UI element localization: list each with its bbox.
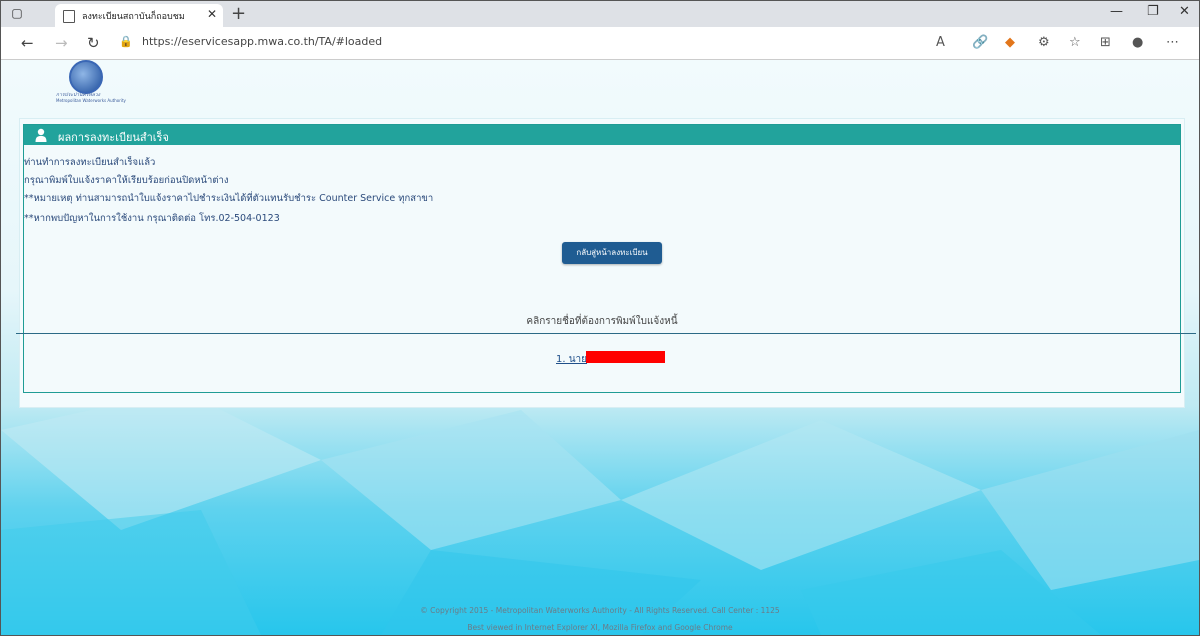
browser-window: ▢ ลงทะเบียนสถาบันก็ถอบชม ✕ + — ❐ ✕ ← → ↻… <box>0 0 1200 636</box>
mwa-emblem-icon <box>69 60 103 94</box>
tab-strip: ▢ ลงทะเบียนสถาบันก็ถอบชม ✕ + — ❐ ✕ <box>1 1 1199 27</box>
collections-icon[interactable]: ⊞ <box>1100 35 1111 50</box>
mwa-logo: การประปานครหลวง Metropolitan Waterworks … <box>56 60 126 108</box>
footer-copyright: © Copyright 2015 - Metropolitan Waterwor… <box>420 606 780 615</box>
footer-browser-note: Best viewed in Internet Explorer XI, Moz… <box>467 623 733 632</box>
tab-actions-icon[interactable]: ▢ <box>9 5 25 21</box>
link-icon[interactable]: 🔗 <box>972 35 988 50</box>
result-panel: ผลการลงทะเบียนสำเร็จ ท่านทำการลงทะเบียนส… <box>16 124 1196 393</box>
background-polygons <box>1 390 1199 635</box>
redacted-name <box>586 351 665 363</box>
success-message: ท่านทำการลงทะเบียนสำเร็จแล้ว <box>24 157 156 168</box>
minimize-icon[interactable]: — <box>1110 4 1123 19</box>
forward-icon[interactable]: → <box>55 34 68 52</box>
address-bar[interactable]: 🔒 https://eservicesapp.mwa.co.th/TA/#loa… <box>113 31 923 53</box>
url-text[interactable]: https://eservicesapp.mwa.co.th/TA/#loade… <box>142 35 382 48</box>
close-window-icon[interactable]: ✕ <box>1179 4 1190 19</box>
profile-avatar-icon[interactable]: ● <box>1132 35 1143 50</box>
more-options-icon[interactable]: ⋯ <box>1166 35 1179 50</box>
customer-name-link[interactable]: 1. นาย <box>556 352 587 367</box>
user-icon <box>35 128 47 142</box>
print-instruction: กรุณาพิมพ์ใบแจ้งราคาให้เรียบร้อยก่อนปิดห… <box>24 175 229 186</box>
page-icon <box>63 10 75 23</box>
page-viewport: การประปานครหลวง Metropolitan Waterworks … <box>1 60 1199 635</box>
payment-note: **หมายเหตุ ท่านสามารถนำใบแจ้งราคาไปชำระเ… <box>24 193 434 204</box>
metamask-icon[interactable]: ◆ <box>1005 35 1015 50</box>
tab-active[interactable]: ลงทะเบียนสถาบันก็ถอบชม ✕ <box>55 4 223 27</box>
close-tab-icon[interactable]: ✕ <box>207 7 217 21</box>
address-bar-row: ← → ↻ 🔒 https://eservicesapp.mwa.co.th/T… <box>1 27 1199 60</box>
read-aloud-icon[interactable]: A <box>936 35 945 50</box>
back-icon[interactable]: ← <box>21 34 34 52</box>
lock-icon[interactable]: 🔒 <box>119 35 133 48</box>
new-tab-icon[interactable]: + <box>231 3 246 24</box>
tab-title: ลงทะเบียนสถาบันก็ถอบชม <box>82 12 185 22</box>
logo-text-english: Metropolitan Waterworks Authority <box>56 98 126 103</box>
contact-note: **หากพบปัญหาในการใช้งาน กรุณาติดต่อ โทร.… <box>24 213 280 224</box>
back-to-registration-button[interactable]: กลับสู่หน้าลงทะเบียน <box>562 242 662 264</box>
restore-icon[interactable]: ❐ <box>1147 4 1159 19</box>
divider <box>16 333 1196 334</box>
content-container: ผลการลงทะเบียนสำเร็จ ท่านทำการลงทะเบียนส… <box>16 118 1196 408</box>
favorites-icon[interactable]: ☆ <box>1069 35 1081 50</box>
refresh-icon[interactable]: ↻ <box>87 34 100 52</box>
print-hint: คลิกรายชื่อที่ต้องการพิมพ์ใบแจ้งหนี้ <box>526 316 678 327</box>
extensions-icon[interactable]: ⚙ <box>1038 35 1050 50</box>
panel-header: ผลการลงทะเบียนสำเร็จ <box>24 125 1180 145</box>
panel-title: ผลการลงทะเบียนสำเร็จ <box>58 131 169 144</box>
